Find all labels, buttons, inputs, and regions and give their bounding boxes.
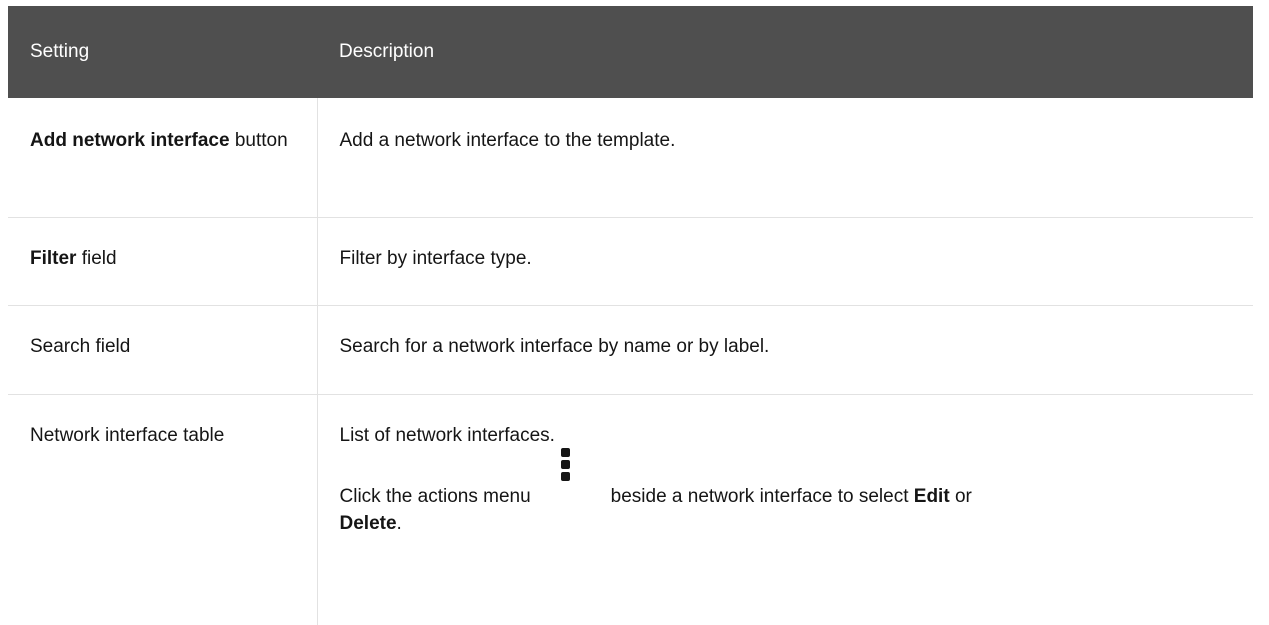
setting-name: Add network interface — [30, 130, 230, 151]
table-row: Add network interface button Add a netwo… — [8, 98, 1253, 218]
setting-name: Filter — [30, 247, 77, 269]
table-row: Search field Search for a network interf… — [8, 305, 1253, 395]
settings-table-page: Setting Description Add network interfac… — [0, 0, 1269, 625]
instruction-end: . — [396, 512, 402, 534]
table-header-row: Setting Description — [8, 6, 1253, 98]
table-row: Filter field Filter by interface type. — [8, 217, 1253, 306]
instruction-or: or — [954, 485, 972, 507]
table-row: Network interface table List of network … — [8, 394, 1253, 625]
kebab-icon — [539, 447, 587, 502]
description-cell: Filter by interface type. — [316, 217, 1253, 306]
instruction-prefix: Click the actions menu — [339, 485, 531, 507]
setting-cell: Search field — [8, 305, 317, 395]
setting-kind: field — [81, 247, 117, 269]
description-cell: Add a network interface to the template. — [316, 98, 1253, 218]
instruction-middle: beside a network interface to select — [610, 485, 909, 507]
setting-kind: button — [234, 130, 288, 151]
setting-cell: Add network interface button — [8, 98, 317, 218]
column-header-description: Description — [339, 41, 435, 62]
description-text: List of network interfaces. — [339, 424, 555, 446]
description-cell: List of network interfaces. Click the ac… — [316, 394, 1253, 625]
delete-label: Delete — [339, 512, 397, 534]
description-cell: Search for a network interface by name o… — [316, 305, 1253, 395]
column-header-setting: Setting — [30, 41, 90, 62]
actions-instruction: Click the actions menu beside a network i… — [339, 447, 1232, 537]
setting-cell: Filter field — [8, 217, 317, 306]
edit-label: Edit — [913, 485, 950, 507]
settings-table: Setting Description Add network interfac… — [8, 6, 1253, 625]
setting-cell: Network interface table — [30, 424, 225, 446]
